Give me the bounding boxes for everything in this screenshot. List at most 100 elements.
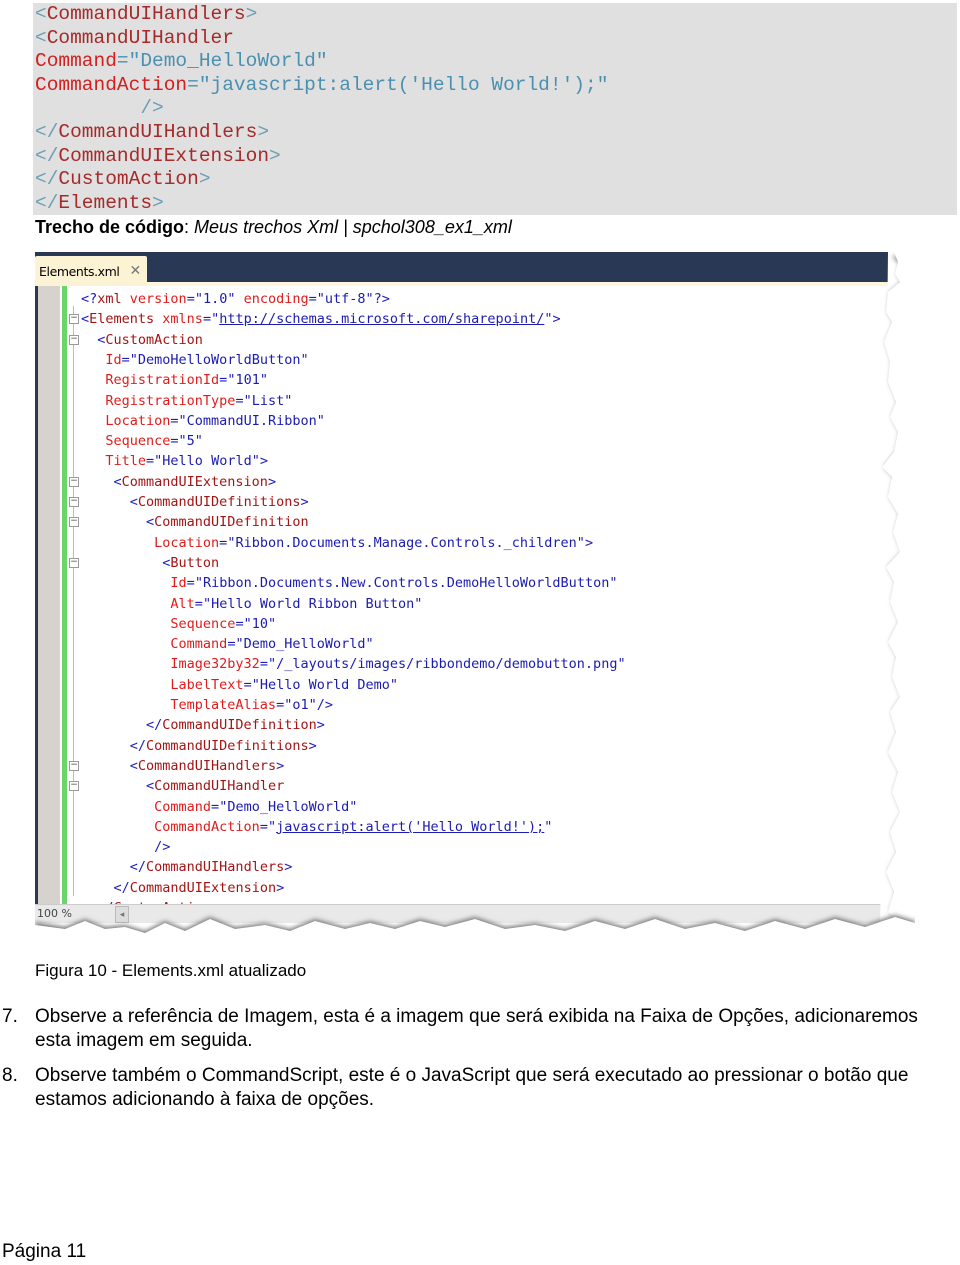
code-token: "utf-8" [316,291,374,307]
snippet-line: </CommandUIHandlers> [35,121,269,145]
figure-caption: Figura 10 - Elements.xml atualizado [35,961,307,980]
code-line: Sequence="10" [81,614,276,634]
code-token: CustomAction [58,168,199,191]
code-token: /> [35,97,164,120]
collapse-icon[interactable]: − [69,557,79,568]
code-token: = [276,697,285,713]
zoom-level[interactable]: 100 % [37,907,72,920]
code-line: /> [81,837,170,857]
collapse-icon[interactable]: − [69,476,79,487]
code-token: CommandUIDefinition [162,717,317,734]
code-token: =" [202,311,220,328]
code-token: CustomAction [105,331,203,348]
code-token: = [211,798,220,815]
collapse-icon[interactable]: − [69,334,79,345]
code-token: "Ribbon.Documents.Manage.Controls._child… [227,534,585,551]
code-token: < [81,473,122,490]
code-token: = [194,595,203,612]
scroll-left-icon[interactable]: ◂ [115,906,129,923]
tab-elements-xml[interactable]: Elements.xml ✕ [35,256,147,286]
code-token: </ [81,717,163,734]
collapse-icon[interactable]: − [69,314,79,325]
caption-label: Trecho de código [35,217,185,237]
caption-source: Meus trechos Xml | spchol308_ex1_xml [194,217,512,237]
code-token: > [584,534,594,551]
snippet-line: </CustomAction> [35,168,211,192]
code-line: Command="Demo_HelloWorld" [81,797,357,817]
code-token: encoding [235,291,309,307]
code-token: </ [81,737,147,754]
code-line: <CommandUIDefinition [81,512,309,532]
list-item-text: Observe também o CommandScript, este é o… [35,1065,909,1110]
code-link[interactable]: javascript:alert('Hello World!'); [276,819,544,835]
code-token: < [81,757,138,774]
snippet-line: </CommandUIExtension> [35,145,281,169]
code-token: > [276,757,285,774]
code-token: > [308,737,317,754]
code-token: CommandUIHandlers [137,757,277,774]
code-token: = [259,656,268,673]
code-token: CommandUIExtension [58,144,270,167]
page-number: Página 11 [2,1241,87,1262]
collapse-icon[interactable]: − [69,517,79,528]
code-token: CommandUIHandler [46,26,234,49]
collapse-icon[interactable]: − [69,760,79,771]
collapse-icon[interactable]: − [69,497,79,507]
list-item-text: Observe a referência de Imagem, esta é a… [35,1006,918,1051]
code-token: "/_layouts/images/ribbondemo/demobutton.… [267,656,626,673]
code-token: "Hello World Demo" [251,676,399,693]
code-line: </CommandUIDefinition> [81,715,325,735]
code-token: Button [170,554,220,571]
code-token: = [235,392,244,409]
code-token: ="Demo_HelloWorld" [116,50,328,73]
horizontal-scrollbar[interactable]: 100 % ◂ [35,904,903,923]
code-line: Id="Ribbon.Documents.New.Controls.DemoHe… [81,573,617,593]
code-token: = [146,453,155,470]
code-token: < [81,494,138,510]
code-token: Command [81,636,228,653]
code-link[interactable]: http://schemas.microsoft.com/sharepoint/ [219,311,544,327]
code-token: "Ribbon.Documents.New.Controls.DemoHello… [194,575,618,592]
code-line: Alt="Hello World Ribbon Button" [81,594,422,614]
code-token: < [81,311,90,328]
code-line: <?xml version="1.0" encoding="utf-8"?> [81,289,390,309]
code-token: > [198,168,211,191]
code-line: <CustomAction [81,330,203,350]
code-editor[interactable]: − − − − − − − − <?xml version="1.0" encoding="u… [35,286,903,936]
code-token: CommandUIExtension [129,879,277,896]
code-token: Sequence [81,433,171,450]
code-token: Image32by32 [81,656,260,673]
collapse-icon[interactable]: − [69,781,79,792]
code-token: > [259,453,268,470]
code-token: "CommandUI.Ribbon" [178,412,325,429]
code-token: > [316,717,325,734]
code-token: "1.0" [194,291,236,307]
code-token: ?> [373,291,390,307]
code-token: < [81,554,171,571]
code-token: "Hello World Ribbon Button" [202,595,423,612]
snippet-line: <CommandUIHandlers> [35,3,257,27]
code-token: </ [81,859,147,876]
code-token: < [81,331,106,348]
code-token: CommandUIDefinition [154,514,309,531]
code-token: Alt [81,595,195,612]
code-token: = [186,291,195,307]
code-token: < [35,26,47,49]
code-token: Id [81,575,187,592]
close-icon[interactable]: ✕ [130,263,142,279]
code-line: Command="Demo_HelloWorld" [81,634,373,654]
code-token: =" [259,818,277,835]
code-token: "Demo_HelloWorld" [219,798,358,815]
code-token: > [267,473,277,490]
code-token: < [81,514,155,531]
code-token: > [284,859,293,876]
snippet-line: </Elements> [35,192,164,216]
code-token: Elements [89,311,155,328]
code-token: "o1" [284,697,317,713]
code-line: <Button [81,553,219,573]
code-line: Sequence="5" [81,431,203,451]
change-tracking-bar [62,286,67,904]
code-token: "101" [227,372,268,389]
code-line: Image32by32="/_layouts/images/ribbondemo… [81,654,626,674]
code-token: > [276,879,285,896]
